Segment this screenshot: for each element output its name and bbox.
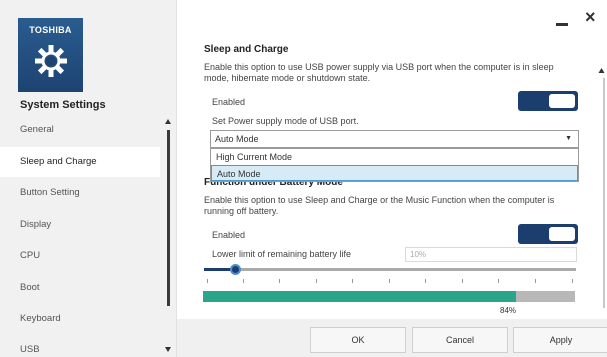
slider-tick <box>462 279 463 283</box>
sleep-and-charge-enabled-label: Enabled <box>212 97 246 107</box>
battery-mode-description: Enable this option to use Sleep and Char… <box>204 195 555 216</box>
slider-tick <box>316 279 317 283</box>
sidebar-item-cpu[interactable]: CPU <box>0 241 160 271</box>
minimize-button[interactable] <box>556 23 568 26</box>
battery-limit-label: Lower limit of remaining battery life <box>212 249 352 259</box>
battery-limit-slider-thumb[interactable] <box>230 264 241 275</box>
slider-tick <box>389 279 390 283</box>
sidebar-item-button-setting[interactable]: Button Setting <box>0 178 160 208</box>
close-button[interactable]: × <box>585 8 596 26</box>
scroll-up-arrow-icon[interactable] <box>164 118 172 126</box>
section-title-sleep-and-charge: Sleep and Charge <box>204 44 289 55</box>
slider-tick <box>425 279 426 283</box>
toshiba-logo: TOSHIBA <box>18 18 83 92</box>
slider-tick <box>352 279 353 283</box>
battery-mode-toggle[interactable] <box>518 224 578 244</box>
battery-level-label: 84% <box>500 306 517 315</box>
cancel-button[interactable]: Cancel <box>412 327 508 353</box>
sidebar-item-boot[interactable]: Boot <box>0 273 160 303</box>
scroll-down-arrow-icon[interactable] <box>164 345 172 353</box>
battery-limit-input[interactable]: 10% <box>405 247 577 262</box>
usb-mode-value: Auto Mode <box>215 134 259 144</box>
toggle-knob <box>549 94 575 108</box>
sidebar-item-general[interactable]: General <box>0 115 160 145</box>
sleep-and-charge-description: Enable this option to use USB power supp… <box>204 62 554 83</box>
sidebar-scrollbar-thumb[interactable] <box>167 130 170 306</box>
sidebar-item-usb[interactable]: USB <box>0 335 160 357</box>
usb-mode-dropdown-list: High Current Mode Auto Mode <box>210 148 579 182</box>
apply-button[interactable]: Apply <box>513 327 607 353</box>
chevron-down-icon: ▼ <box>565 135 572 142</box>
usb-mode-select[interactable]: Auto Mode ▼ <box>210 130 579 148</box>
sidebar-item-display[interactable]: Display <box>0 210 160 240</box>
sidebar-heading: System Settings <box>20 99 106 111</box>
sidebar-item-sleep-and-charge[interactable]: Sleep and Charge <box>0 147 160 177</box>
slider-tick <box>207 279 208 283</box>
dropdown-option-high-current-mode[interactable]: High Current Mode <box>211 149 578 165</box>
sleep-and-charge-toggle[interactable] <box>518 91 578 111</box>
usb-mode-label: Set Power supply mode of USB port. <box>212 116 359 126</box>
ok-button[interactable]: OK <box>310 327 406 353</box>
slider-tick <box>498 279 499 283</box>
dropdown-option-auto-mode[interactable]: Auto Mode <box>211 165 578 181</box>
brand-text: TOSHIBA <box>29 25 72 35</box>
toggle-knob <box>549 227 575 241</box>
slider-tick <box>279 279 280 283</box>
battery-level-fill <box>203 291 516 302</box>
slider-tick <box>535 279 536 283</box>
battery-mode-enabled-label: Enabled <box>212 230 246 240</box>
slider-tick <box>572 279 573 283</box>
main-scrollbar-track[interactable] <box>603 78 605 308</box>
battery-limit-slider-track[interactable] <box>204 268 576 271</box>
scroll-up-arrow-icon[interactable] <box>598 67 605 74</box>
slider-tick <box>243 279 244 283</box>
sidebar-item-keyboard[interactable]: Keyboard <box>0 304 160 334</box>
sidebar: TOSHIBA System Settings General Sleep an… <box>0 0 177 357</box>
gear-icon <box>35 45 67 77</box>
